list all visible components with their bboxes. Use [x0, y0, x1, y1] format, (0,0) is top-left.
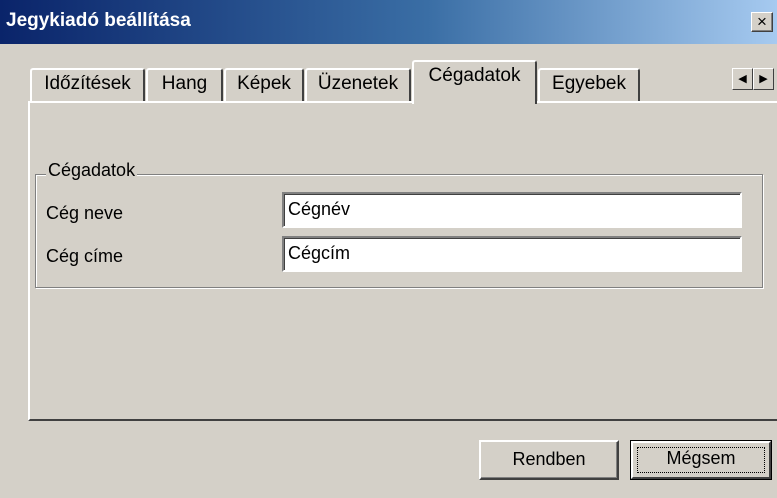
company-name-input[interactable]: Cégnév: [282, 192, 742, 228]
company-address-label: Cég címe: [46, 246, 124, 266]
title-bar[interactable]: Jegykiadó beállítása ×: [0, 0, 777, 44]
close-icon[interactable]: ×: [751, 12, 773, 32]
window-title: Jegykiadó beállítása: [6, 10, 191, 31]
dialog-window: Jegykiadó beállítása × Időzítések Hang K…: [0, 0, 777, 498]
cancel-button-label: Mégsem: [666, 448, 736, 468]
tab-cegadatok[interactable]: Cégadatok: [412, 60, 537, 104]
groupbox-title: Cégadatok: [46, 160, 138, 181]
cancel-button[interactable]: Mégsem: [630, 440, 772, 480]
tab-kepek[interactable]: Képek: [224, 68, 304, 102]
company-name-label: Cég neve: [46, 203, 124, 223]
tab-scroll-right-icon[interactable]: ▶: [753, 68, 774, 90]
tab-idozitesek[interactable]: Időzítések: [30, 68, 145, 102]
tab-scroll-left-icon[interactable]: ◀: [732, 68, 753, 90]
company-address-input[interactable]: Cégcím: [282, 236, 742, 272]
tab-hang[interactable]: Hang: [146, 68, 223, 102]
ok-button[interactable]: Rendben: [479, 440, 619, 480]
tab-strip: Időzítések Hang Képek Üzenetek Cégadatok…: [0, 60, 777, 104]
tab-uzenetek[interactable]: Üzenetek: [305, 68, 411, 102]
tab-egyebek[interactable]: Egyebek: [538, 68, 640, 102]
